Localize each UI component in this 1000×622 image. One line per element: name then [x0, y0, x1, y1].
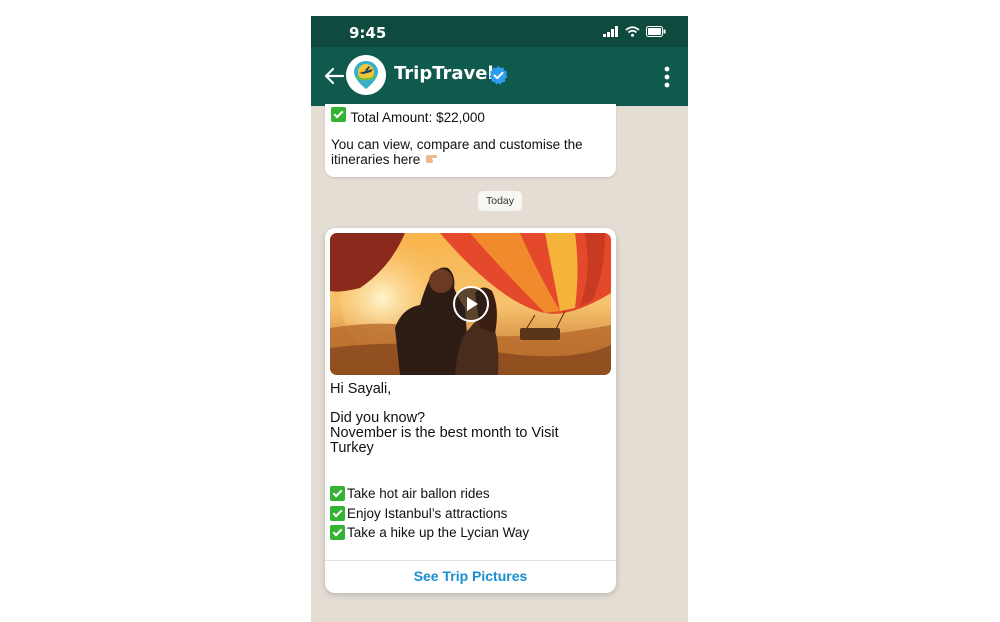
greeting-text: Hi Sayali,	[330, 381, 392, 397]
battery-icon	[646, 26, 666, 37]
itinerary-text-content: You can view, compare and customise the …	[331, 137, 583, 167]
list-item-text: Take hot air ballon rides	[347, 486, 490, 501]
promo-message-card: Hi Sayali, Did you know? November is the…	[325, 228, 616, 593]
signal-icon	[603, 26, 618, 37]
status-time: 9:45	[349, 24, 387, 42]
pointing-hand-emoji	[424, 153, 438, 165]
verified-badge-icon	[489, 66, 508, 85]
wifi-icon	[625, 26, 640, 37]
avatar[interactable]	[346, 55, 386, 95]
date-separator: Today	[478, 191, 522, 211]
previous-message-bubble: Total Amount: $22,000 You can view, comp…	[325, 104, 616, 177]
list-item: Take hot air ballon rides	[330, 484, 529, 504]
play-icon	[467, 297, 478, 311]
play-button[interactable]	[453, 286, 489, 322]
status-icons	[603, 26, 666, 37]
itinerary-text: You can view, compare and customise the …	[331, 137, 601, 167]
check-icon	[331, 107, 346, 122]
contact-name: TripTravel	[394, 63, 494, 84]
back-arrow-icon[interactable]	[323, 65, 345, 87]
body-text: November is the best month to Visit Turk…	[330, 425, 559, 456]
total-amount-line: Total Amount: $22,000	[331, 107, 485, 125]
triptravel-logo	[346, 55, 386, 95]
check-icon	[330, 525, 345, 541]
video-thumbnail[interactable]	[330, 233, 611, 375]
status-bar: 9:45	[311, 16, 688, 47]
did-you-know-block: Did you know? November is the best month…	[330, 411, 600, 456]
list-item: Enjoy Istanbul’s attractions	[330, 504, 529, 524]
total-amount-text: Total Amount: $22,000	[350, 110, 485, 125]
list-item: Take a hike up the Lycian Way	[330, 523, 529, 543]
check-icon	[330, 505, 345, 521]
check-icon	[330, 486, 345, 502]
list-item-text: Enjoy Istanbul’s attractions	[347, 505, 508, 521]
chat-header: TripTravel	[311, 47, 688, 106]
phone-screen: 9:45 TripTravel Total Amount: $22,000 Yo…	[311, 16, 688, 622]
more-vertical-icon[interactable]	[664, 66, 670, 88]
feature-list: Take hot air ballon rides Enjoy Istanbul…	[330, 484, 529, 543]
did-you-know-text: Did you know?	[330, 410, 426, 426]
list-item-text: Take a hike up the Lycian Way	[347, 525, 530, 540]
see-trip-pictures-button[interactable]: See Trip Pictures	[325, 561, 616, 593]
